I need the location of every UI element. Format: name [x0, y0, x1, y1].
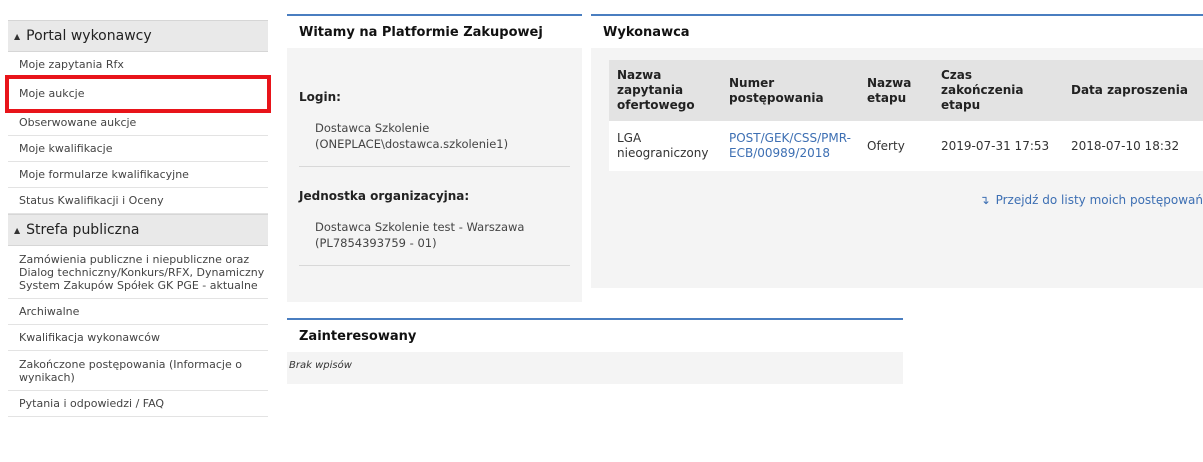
vendor-body: Nazwa zapytania ofertowego Numer postępo…	[591, 48, 1203, 288]
column-header-invited[interactable]: Data zaproszenia	[1063, 60, 1203, 121]
section-title: Portal wykonawcy	[26, 28, 152, 44]
table-row: LGA nieograniczony POST/GEK/CSS/PMR-ECB/…	[609, 121, 1203, 171]
sidebar-item-zakonczone-postepowania[interactable]: Zakończone postępowania (Informacje o wy…	[8, 351, 268, 391]
column-header-stage[interactable]: Nazwa etapu	[859, 60, 933, 121]
vendor-title: Wykonawca	[591, 14, 1203, 48]
sidebar-item-archiwalne[interactable]: Archiwalne	[8, 299, 268, 325]
column-header-stage-end[interactable]: Czas zakończenia etapu	[933, 60, 1063, 121]
welcome-title: Witamy na Platformie Zakupowej	[287, 14, 582, 48]
sidebar-item-moje-aukcje[interactable]: Moje aukcje	[5, 75, 271, 113]
link-label: Przejdź do listy moich postępowań	[995, 193, 1203, 207]
login-label: Login:	[299, 90, 341, 104]
collapse-triangle-icon: ▲	[14, 31, 21, 41]
sidebar-item-moje-formularze-kwalifikacyjne[interactable]: Moje formularze kwalifikacyjne	[8, 162, 268, 188]
table-header-row: Nazwa zapytania ofertowego Numer postępo…	[609, 60, 1203, 121]
sidebar-item-faq[interactable]: Pytania i odpowiedzi / FAQ	[8, 391, 268, 417]
cell-name: LGA nieograniczony	[609, 121, 721, 171]
sidebar: ▲ Portal wykonawcy Moje zapytania Rfx Mo…	[5, 20, 271, 417]
vendor-panel: Wykonawca Nazwa zapytania ofertowego Num…	[591, 14, 1203, 288]
cell-number: POST/GEK/CSS/PMR-ECB/00989/2018	[721, 121, 859, 171]
go-to-my-proceedings-link[interactable]: ↴ Przejdź do listy moich postępowań	[609, 193, 1203, 207]
login-value: Dostawca Szkolenie (ONEPLACE\dostawca.sz…	[299, 120, 570, 167]
arrow-down-right-icon: ↴	[979, 193, 990, 207]
cell-invited: 2018-07-10 18:32	[1063, 121, 1203, 171]
cell-stage-end: 2019-07-31 17:53	[933, 121, 1063, 171]
interested-title: Zainteresowany	[287, 318, 903, 352]
unit-label: Jednostka organizacyjna:	[299, 189, 470, 203]
unit-value: Dostawca Szkolenie test - Warszawa (PL78…	[299, 219, 570, 266]
section-header-portal-wykonawcy[interactable]: ▲ Portal wykonawcy	[8, 20, 268, 52]
sidebar-item-obserwowane-aukcje[interactable]: Obserwowane aukcje	[8, 110, 268, 136]
cell-stage: Oferty	[859, 121, 933, 171]
interested-panel: Zainteresowany Brak wpisów	[287, 318, 903, 384]
interested-empty: Brak wpisów	[287, 352, 903, 384]
proceeding-number-link[interactable]: POST/GEK/CSS/PMR-ECB/00989/2018	[729, 131, 851, 160]
sidebar-item-moje-zapytania-rfx[interactable]: Moje zapytania Rfx	[8, 52, 268, 78]
welcome-panel: Witamy na Platformie Zakupowej Login: Do…	[287, 14, 582, 302]
section-title: Strefa publiczna	[26, 222, 140, 238]
column-header-name[interactable]: Nazwa zapytania ofertowego	[609, 60, 721, 121]
collapse-triangle-icon: ▲	[14, 225, 21, 235]
sidebar-item-zamowienia-aktualne[interactable]: Zamówienia publiczne i niepubliczne oraz…	[8, 246, 268, 299]
sidebar-item-kwalifikacja-wykonawcow[interactable]: Kwalifikacja wykonawców	[8, 325, 268, 351]
sidebar-item-moje-kwalifikacje[interactable]: Moje kwalifikacje	[8, 136, 268, 162]
welcome-body: Login: Dostawca Szkolenie (ONEPLACE\dost…	[287, 48, 582, 302]
sidebar-item-status-kwalifikacji[interactable]: Status Kwalifikacji i Oceny	[8, 188, 268, 214]
proceedings-table: Nazwa zapytania ofertowego Numer postępo…	[609, 60, 1203, 171]
column-header-number[interactable]: Numer postępowania	[721, 60, 859, 121]
section-header-strefa-publiczna[interactable]: ▲ Strefa publiczna	[8, 214, 268, 246]
